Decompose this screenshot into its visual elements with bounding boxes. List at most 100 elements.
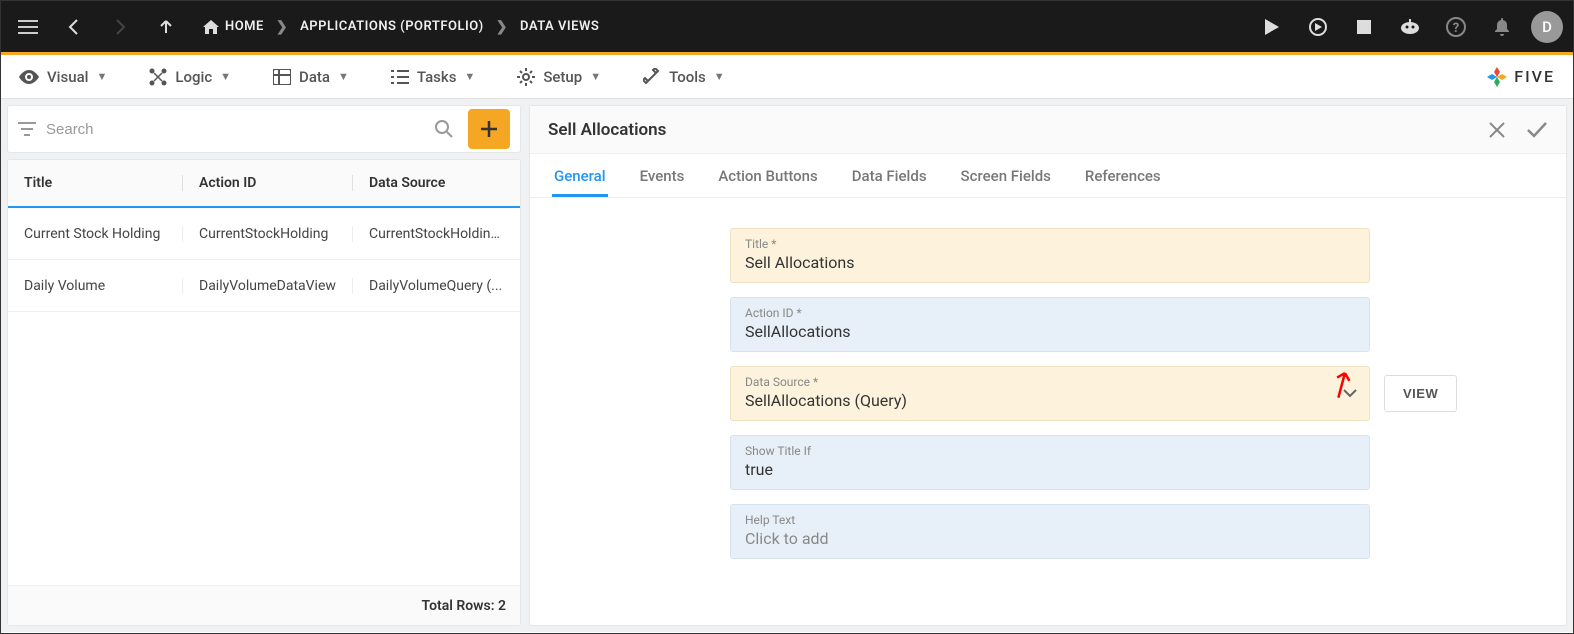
footer-count: 2 — [498, 598, 506, 614]
menu-setup[interactable]: Setup ▼ — [517, 68, 601, 86]
field-action-id[interactable]: Action ID * SellAllocations — [730, 297, 1370, 352]
menu-setup-label: Setup — [543, 68, 582, 86]
field-show-title-if[interactable]: Show Title If true — [730, 435, 1370, 490]
field-action-id-label: Action ID * — [745, 306, 1355, 320]
detail-tabs: General Events Action Buttons Data Field… — [530, 154, 1566, 198]
cell-title: Daily Volume — [8, 278, 183, 294]
field-help-text-label: Help Text — [745, 513, 1355, 527]
field-data-source-value: SellAllocations (Query) — [745, 391, 1355, 410]
tools-icon — [643, 68, 661, 86]
search-input[interactable] — [46, 121, 424, 138]
menu-data[interactable]: Data ▼ — [273, 68, 349, 86]
chevron-right-icon: ❯ — [496, 19, 508, 35]
stop-icon[interactable] — [1347, 10, 1381, 44]
menu-visual[interactable]: Visual ▼ — [19, 68, 107, 86]
menu-tools-label: Tools — [669, 68, 706, 86]
menu-data-label: Data — [299, 68, 330, 86]
table-footer: Total Rows: 2 — [8, 585, 520, 625]
topbar-right-icons: ? D — [1255, 10, 1563, 44]
detail-header: Sell Allocations — [530, 106, 1566, 154]
left-panel: Title Action ID Data Source Current Stoc… — [7, 105, 521, 626]
tasks-icon — [391, 69, 409, 85]
gear-icon — [517, 68, 535, 86]
main-area: Title Action ID Data Source Current Stoc… — [1, 99, 1573, 632]
deploy-icon[interactable] — [1301, 10, 1335, 44]
form-area: Title * Sell Allocations Action ID * Sel… — [530, 198, 1566, 573]
field-help-text-value: Click to add — [745, 529, 1355, 548]
tab-action-buttons[interactable]: Action Buttons — [716, 167, 819, 197]
back-icon[interactable] — [57, 10, 91, 44]
close-icon[interactable] — [1488, 121, 1506, 139]
bell-icon[interactable] — [1485, 10, 1519, 44]
tab-general[interactable]: General — [552, 167, 608, 197]
up-icon[interactable] — [149, 10, 183, 44]
caret-down-icon: ▼ — [590, 70, 601, 83]
col-title[interactable]: Title — [8, 175, 183, 191]
tab-references[interactable]: References — [1083, 167, 1163, 197]
filter-icon[interactable] — [18, 122, 36, 136]
tab-data-fields[interactable]: Data Fields — [850, 167, 929, 197]
table-header: Title Action ID Data Source — [8, 160, 520, 208]
help-icon[interactable]: ? — [1439, 10, 1473, 44]
cell-actionid: DailyVolumeDataView — [183, 278, 353, 294]
breadcrumb: HOME ❯ APPLICATIONS (PORTFOLIO) ❯ DATA V… — [203, 19, 599, 35]
topbar: HOME ❯ APPLICATIONS (PORTFOLIO) ❯ DATA V… — [1, 1, 1573, 55]
caret-down-icon: ▼ — [338, 70, 349, 83]
table-row[interactable]: Current Stock Holding CurrentStockHoldin… — [8, 208, 520, 260]
field-title[interactable]: Title * Sell Allocations — [730, 228, 1370, 283]
crumb-applications[interactable]: APPLICATIONS (PORTFOLIO) — [300, 19, 484, 34]
field-data-source-label: Data Source * — [745, 375, 1355, 389]
col-actionid[interactable]: Action ID — [183, 175, 353, 191]
menu-tasks[interactable]: Tasks ▼ — [391, 68, 475, 86]
detail-title: Sell Allocations — [548, 120, 666, 140]
caret-down-icon: ▼ — [220, 70, 231, 83]
right-panel: Sell Allocations General Events Action B… — [529, 105, 1567, 626]
menu-logic[interactable]: Logic ▼ — [149, 68, 231, 86]
crumb-home[interactable]: HOME — [203, 19, 264, 34]
menu-tasks-label: Tasks — [417, 68, 457, 86]
avatar[interactable]: D — [1531, 11, 1563, 43]
view-button[interactable]: VIEW — [1384, 375, 1457, 412]
footer-label: Total Rows: — [422, 598, 495, 614]
cell-title: Current Stock Holding — [8, 226, 183, 242]
chevron-right-icon: ❯ — [276, 19, 288, 35]
field-data-source[interactable]: Data Source * SellAllocations (Query) — [730, 366, 1370, 421]
tab-screen-fields[interactable]: Screen Fields — [959, 167, 1053, 197]
field-title-label: Title * — [745, 237, 1355, 251]
search-bar — [7, 105, 521, 153]
menu-tools[interactable]: Tools ▼ — [643, 68, 725, 86]
field-action-id-value: SellAllocations — [745, 322, 1355, 341]
data-table: Title Action ID Data Source Current Stoc… — [7, 159, 521, 626]
add-button[interactable] — [468, 109, 510, 149]
col-datasource[interactable]: Data Source — [353, 175, 520, 191]
crumb-dataviews[interactable]: DATA VIEWS — [520, 19, 599, 34]
chevron-down-icon[interactable] — [1343, 389, 1357, 399]
check-icon[interactable] — [1526, 121, 1548, 139]
search-icon[interactable] — [434, 119, 454, 139]
crumb-home-label: HOME — [225, 19, 264, 34]
cell-actionid: CurrentStockHolding — [183, 226, 353, 242]
brand-label: FIVE — [1514, 67, 1555, 86]
brand-logo: FIVE — [1486, 66, 1555, 88]
caret-down-icon: ▼ — [714, 70, 725, 83]
field-title-value: Sell Allocations — [745, 253, 1355, 272]
play-icon[interactable] — [1255, 10, 1289, 44]
caret-down-icon: ▼ — [464, 70, 475, 83]
cell-datasource: CurrentStockHolding... — [353, 226, 520, 242]
table-body: Current Stock Holding CurrentStockHoldin… — [8, 208, 520, 585]
hamburger-icon[interactable] — [11, 10, 45, 44]
field-show-title-if-value: true — [745, 460, 1355, 479]
topbar-left-icons — [11, 10, 183, 44]
eye-icon — [19, 70, 39, 84]
menu-visual-label: Visual — [47, 68, 88, 86]
menubar: Visual ▼ Logic ▼ Data ▼ Tasks ▼ Setup ▼ … — [1, 55, 1573, 99]
bot-icon[interactable] — [1393, 10, 1427, 44]
field-help-text[interactable]: Help Text Click to add — [730, 504, 1370, 559]
table-row[interactable]: Daily Volume DailyVolumeDataView DailyVo… — [8, 260, 520, 312]
svg-text:?: ? — [1453, 21, 1459, 36]
cell-datasource: DailyVolumeQuery (... — [353, 278, 520, 294]
tab-events[interactable]: Events — [638, 167, 687, 197]
logic-icon — [149, 68, 167, 86]
field-show-title-if-label: Show Title If — [745, 444, 1355, 458]
forward-icon — [103, 10, 137, 44]
